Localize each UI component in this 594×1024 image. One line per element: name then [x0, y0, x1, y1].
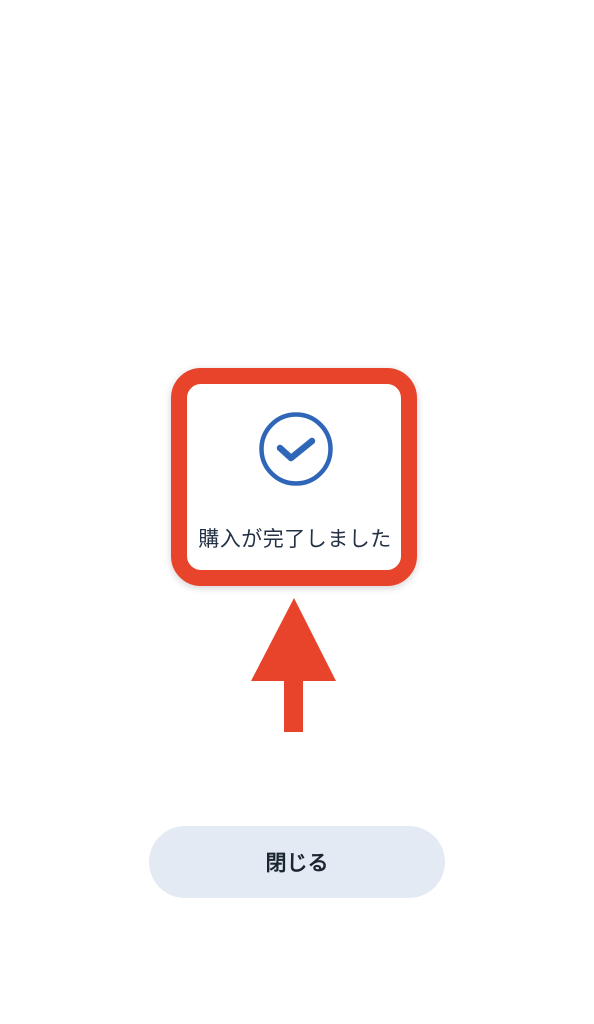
arrow-up-icon	[251, 598, 336, 732]
purchase-complete-screen: 購入が完了しました 閉じる	[0, 0, 594, 1024]
purchase-complete-message: 購入が完了しました	[198, 527, 392, 551]
check-circle-icon	[259, 412, 333, 486]
close-button[interactable]: 閉じる	[149, 826, 445, 898]
